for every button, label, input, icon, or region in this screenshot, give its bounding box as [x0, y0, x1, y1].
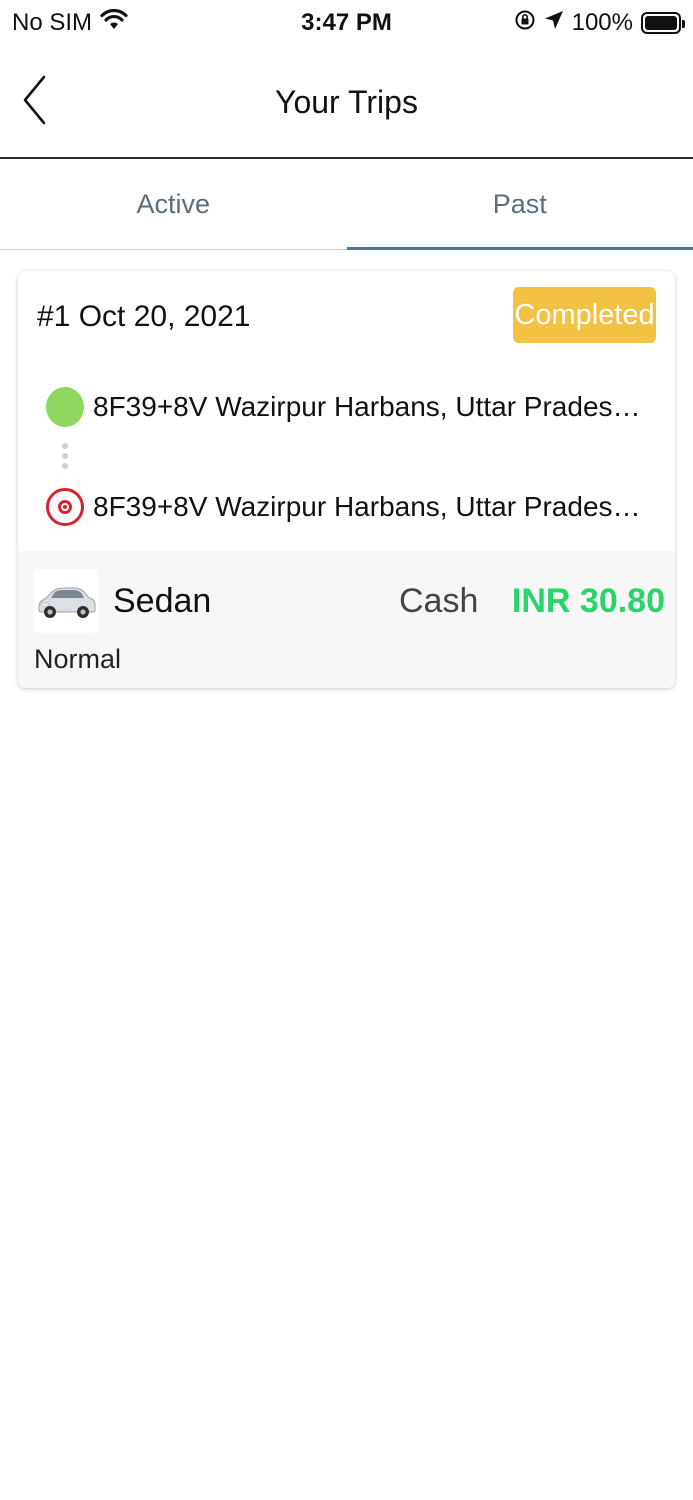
tab-active[interactable]: Active	[0, 160, 347, 249]
battery-percent: 100%	[571, 9, 633, 36]
pickup-dot-icon	[46, 387, 84, 427]
status-bar: No SIM 3:47 PM 100%	[0, 0, 693, 46]
trip-card[interactable]: #1 Oct 20, 2021 Completed 8F39+8V Wazirp…	[18, 271, 675, 688]
trip-card-header: #1 Oct 20, 2021 Completed	[18, 271, 675, 361]
payment-method: Cash	[399, 582, 479, 620]
status-right: 100%	[514, 8, 685, 38]
trip-id-date: #1 Oct 20, 2021	[37, 300, 251, 333]
location-arrow-icon	[544, 9, 564, 37]
dropoff-row: 8F39+8V Wazirpur Harbans, Uttar Pradesh,…	[18, 485, 675, 529]
ride-class: Normal	[34, 644, 122, 674]
nav-bar: Your Trips	[0, 46, 693, 159]
route-connector	[62, 443, 68, 469]
trip-route: 8F39+8V Wazirpur Harbans, Uttar Pradesh,…	[18, 371, 675, 551]
pickup-row: 8F39+8V Wazirpur Harbans, Uttar Pradesh,…	[18, 385, 675, 429]
orientation-lock-icon	[514, 9, 536, 38]
status-badge: Completed	[513, 287, 656, 343]
trip-card-footer: Sedan Cash INR 30.80 Normal	[18, 551, 675, 688]
car-icon	[34, 569, 98, 633]
vehicle-type: Sedan	[113, 582, 212, 620]
page-title: Your Trips	[275, 84, 418, 120]
dropoff-target-icon	[46, 488, 84, 526]
dropoff-address: 8F39+8V Wazirpur Harbans, Uttar Pradesh,…	[93, 491, 651, 522]
battery-icon	[641, 12, 685, 34]
tab-past[interactable]: Past	[346, 160, 693, 250]
pickup-address: 8F39+8V Wazirpur Harbans, Uttar Pradesh,…	[93, 391, 651, 422]
fare-amount: INR 30.80	[511, 582, 665, 620]
trip-tabs: Active Past	[0, 160, 693, 250]
